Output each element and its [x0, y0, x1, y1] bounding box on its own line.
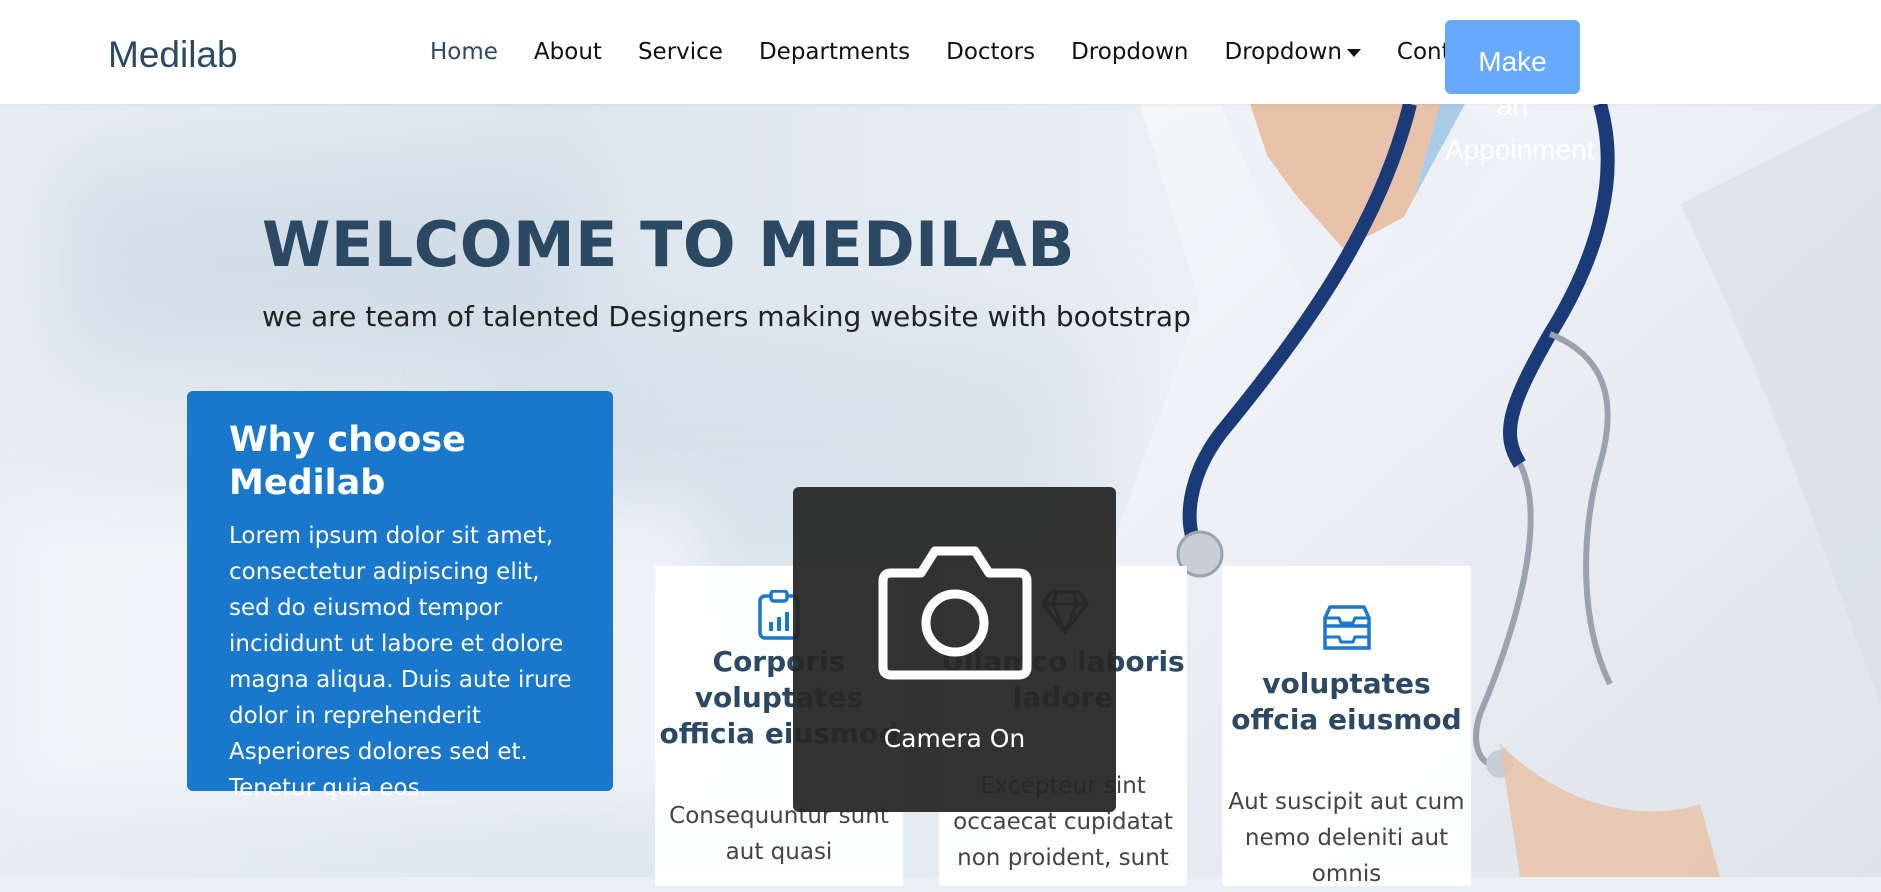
hero-title: WELCOME TO MEDILAB [262, 208, 1076, 281]
nav-doctors[interactable]: Doctors [946, 39, 1035, 65]
nav-dropdown-menu-label: Dropdown [1224, 39, 1342, 65]
appointment-line-3: Appoinment [1445, 134, 1595, 165]
make-appointment-label: Make an Appoinment [1445, 40, 1595, 172]
main-nav: Home About Service Departments Doctors D… [430, 34, 1486, 70]
nav-dropdown-menu[interactable]: Dropdown [1225, 39, 1361, 65]
nav-dropdown[interactable]: Dropdown [1071, 39, 1188, 65]
why-choose-text: Lorem ipsum dolor sit amet, consectetur … [229, 523, 572, 801]
nav-service[interactable]: Service [638, 39, 723, 65]
appointment-line-1: Make [1478, 46, 1547, 77]
feature-card-title: voluptates offcia eiusmod [1231, 667, 1462, 736]
site-logo[interactable]: Medilab [108, 34, 238, 76]
feature-card: voluptates offcia eiusmod Aut suscipit a… [1222, 566, 1471, 887]
camera-icon [878, 546, 1032, 680]
nav-about[interactable]: About [534, 39, 602, 65]
camera-label: Camera On [883, 724, 1026, 753]
inbox-icon [1323, 605, 1371, 650]
camera-overlay[interactable]: Camera On [793, 487, 1116, 812]
feature-card-text: Aut suscipit aut cum nemo deleniti aut o… [1228, 789, 1465, 887]
nav-departments[interactable]: Departments [759, 39, 910, 65]
caret-down-icon [1346, 48, 1361, 57]
doctor-image [1080, 104, 1881, 877]
site-header: Medilab Home About Service Departments D… [0, 0, 1881, 104]
appointment-line-2: an [1496, 90, 1529, 121]
why-choose-box: Why choose Medilab Lorem ipsum dolor sit… [187, 391, 613, 801]
nav-home[interactable]: Home [430, 39, 498, 65]
why-choose-title: Why choose Medilab [229, 420, 466, 503]
hero-subtitle: we are team of talented Designers making… [262, 300, 1191, 333]
